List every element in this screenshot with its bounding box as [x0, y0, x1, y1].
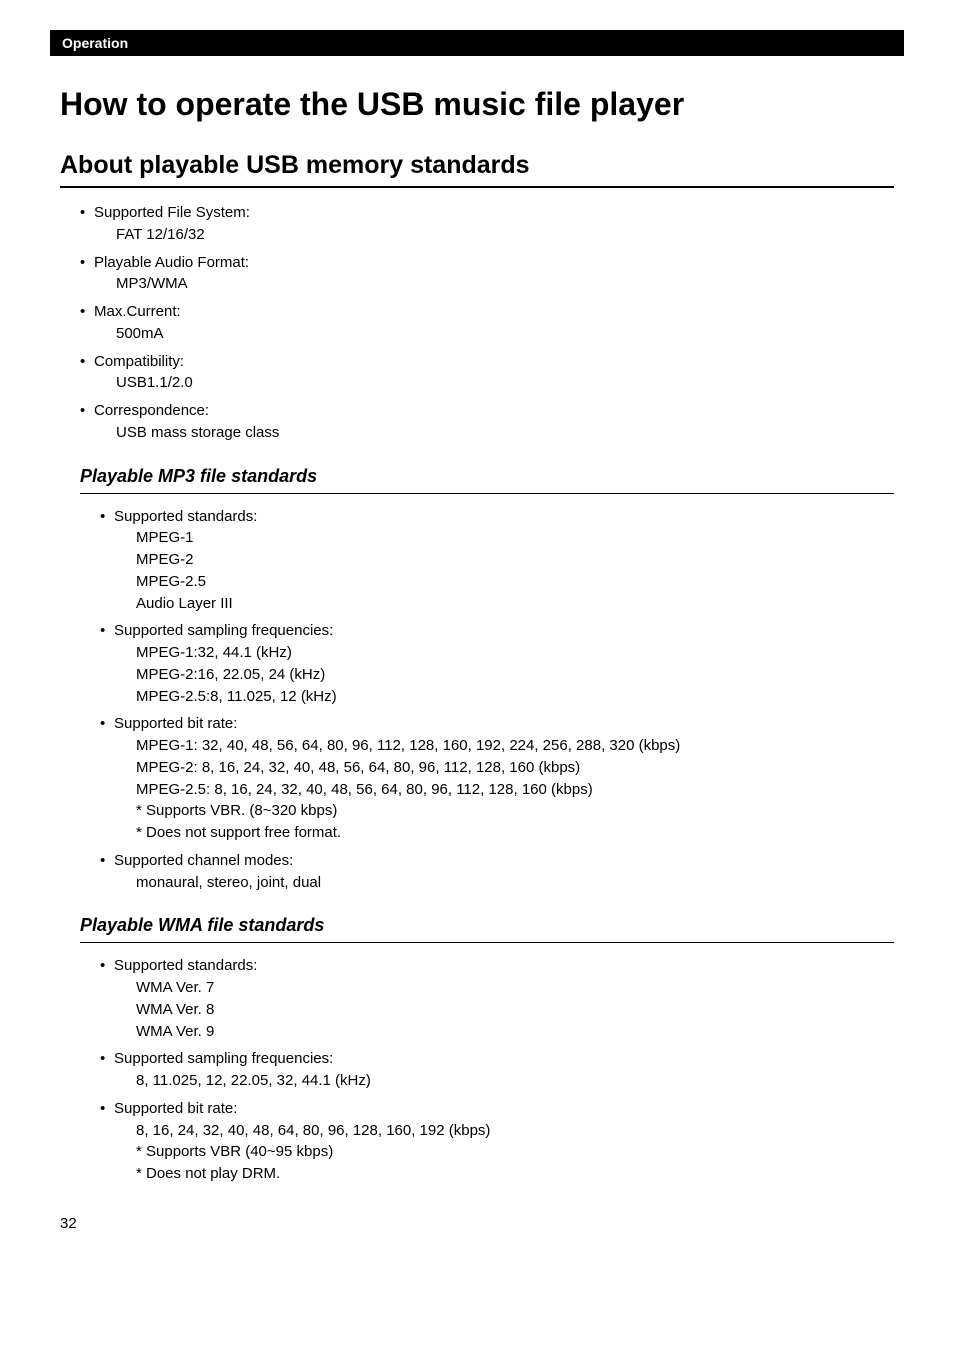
list-item-values: USB mass storage class [94, 422, 894, 444]
usb-standards-list: Supported File System:FAT 12/16/32 Playab… [60, 202, 894, 444]
header-bar: Operation [50, 30, 904, 56]
list-item-values: MPEG-1:32, 44.1 (kHz)MPEG-2:16, 22.05, 2… [114, 642, 894, 707]
list-item-values: 8, 16, 24, 32, 40, 48, 64, 80, 96, 128, … [114, 1120, 894, 1185]
list-item: Supported sampling frequencies:MPEG-1:32… [100, 620, 894, 707]
wma-heading: Playable WMA file standards [80, 915, 894, 943]
list-item-values: MPEG-1MPEG-2MPEG-2.5Audio Layer III [114, 527, 894, 614]
header-category: Operation [62, 35, 128, 51]
list-item-values: USB1.1/2.0 [94, 372, 894, 394]
list-item: Supported sampling frequencies:8, 11.025… [100, 1048, 894, 1092]
list-item-value: * Does not play DRM. [136, 1163, 894, 1185]
list-item-label: Max.Current: [94, 301, 894, 323]
mp3-standards-list: Supported standards:MPEG-1MPEG-2MPEG-2.5… [60, 506, 894, 894]
page-number: 32 [60, 1215, 894, 1232]
list-item-value: 500mA [116, 323, 894, 345]
list-item-value: MPEG-2.5 [136, 571, 894, 593]
list-item-label: Supported channel modes: [114, 850, 894, 872]
list-item-value: FAT 12/16/32 [116, 224, 894, 246]
list-item-value: MPEG-1:32, 44.1 (kHz) [136, 642, 894, 664]
list-item-value: USB mass storage class [116, 422, 894, 444]
list-item: Correspondence:USB mass storage class [80, 400, 894, 444]
list-item-label: Compatibility: [94, 351, 894, 373]
mp3-heading: Playable MP3 file standards [80, 466, 894, 494]
list-item-value: monaural, stereo, joint, dual [136, 872, 894, 894]
list-item: Compatibility:USB1.1/2.0 [80, 351, 894, 395]
list-item-values: WMA Ver. 7WMA Ver. 8WMA Ver. 9 [114, 977, 894, 1042]
list-item: Playable Audio Format:MP3/WMA [80, 252, 894, 296]
list-item: Supported bit rate:MPEG-1: 32, 40, 48, 5… [100, 713, 894, 844]
list-item-value: MPEG-1 [136, 527, 894, 549]
wma-standards-list: Supported standards:WMA Ver. 7WMA Ver. 8… [60, 955, 894, 1185]
list-item-value: MPEG-2: 8, 16, 24, 32, 40, 48, 56, 64, 8… [136, 757, 894, 779]
list-item: Supported File System:FAT 12/16/32 [80, 202, 894, 246]
list-item-values: MP3/WMA [94, 273, 894, 295]
list-item-value: MPEG-2.5:8, 11.025, 12 (kHz) [136, 686, 894, 708]
list-item: Max.Current:500mA [80, 301, 894, 345]
list-item: Supported standards:WMA Ver. 7WMA Ver. 8… [100, 955, 894, 1042]
list-item-label: Correspondence: [94, 400, 894, 422]
list-item-value: Audio Layer III [136, 593, 894, 615]
list-item-value: MPEG-2.5: 8, 16, 24, 32, 40, 48, 56, 64,… [136, 779, 894, 801]
list-item-value: MP3/WMA [116, 273, 894, 295]
list-item-values: monaural, stereo, joint, dual [114, 872, 894, 894]
list-item-value: * Supports VBR. (8~320 kbps) [136, 800, 894, 822]
list-item: Supported channel modes:monaural, stereo… [100, 850, 894, 894]
list-item-values: 8, 11.025, 12, 22.05, 32, 44.1 (kHz) [114, 1070, 894, 1092]
list-item: Supported bit rate:8, 16, 24, 32, 40, 48… [100, 1098, 894, 1185]
list-item-label: Supported standards: [114, 506, 894, 528]
list-item-label: Supported standards: [114, 955, 894, 977]
list-item-value: 8, 16, 24, 32, 40, 48, 64, 80, 96, 128, … [136, 1120, 894, 1142]
list-item-label: Supported File System: [94, 202, 894, 224]
list-item-value: 8, 11.025, 12, 22.05, 32, 44.1 (kHz) [136, 1070, 894, 1092]
list-item-value: MPEG-2 [136, 549, 894, 571]
list-item-value: USB1.1/2.0 [116, 372, 894, 394]
list-item-label: Supported sampling frequencies: [114, 1048, 894, 1070]
list-item-value: MPEG-2:16, 22.05, 24 (kHz) [136, 664, 894, 686]
page-title: How to operate the USB music file player [60, 86, 894, 123]
list-item-value: * Does not support free format. [136, 822, 894, 844]
list-item-values: 500mA [94, 323, 894, 345]
list-item-label: Supported bit rate: [114, 713, 894, 735]
list-item-values: FAT 12/16/32 [94, 224, 894, 246]
list-item-value: * Supports VBR (40~95 kbps) [136, 1141, 894, 1163]
list-item-value: WMA Ver. 8 [136, 999, 894, 1021]
list-item-value: MPEG-1: 32, 40, 48, 56, 64, 80, 96, 112,… [136, 735, 894, 757]
list-item: Supported standards:MPEG-1MPEG-2MPEG-2.5… [100, 506, 894, 615]
list-item-values: MPEG-1: 32, 40, 48, 56, 64, 80, 96, 112,… [114, 735, 894, 844]
section-heading: About playable USB memory standards [60, 151, 894, 188]
list-item-value: WMA Ver. 7 [136, 977, 894, 999]
list-item-value: WMA Ver. 9 [136, 1021, 894, 1043]
list-item-label: Supported bit rate: [114, 1098, 894, 1120]
list-item-label: Supported sampling frequencies: [114, 620, 894, 642]
list-item-label: Playable Audio Format: [94, 252, 894, 274]
